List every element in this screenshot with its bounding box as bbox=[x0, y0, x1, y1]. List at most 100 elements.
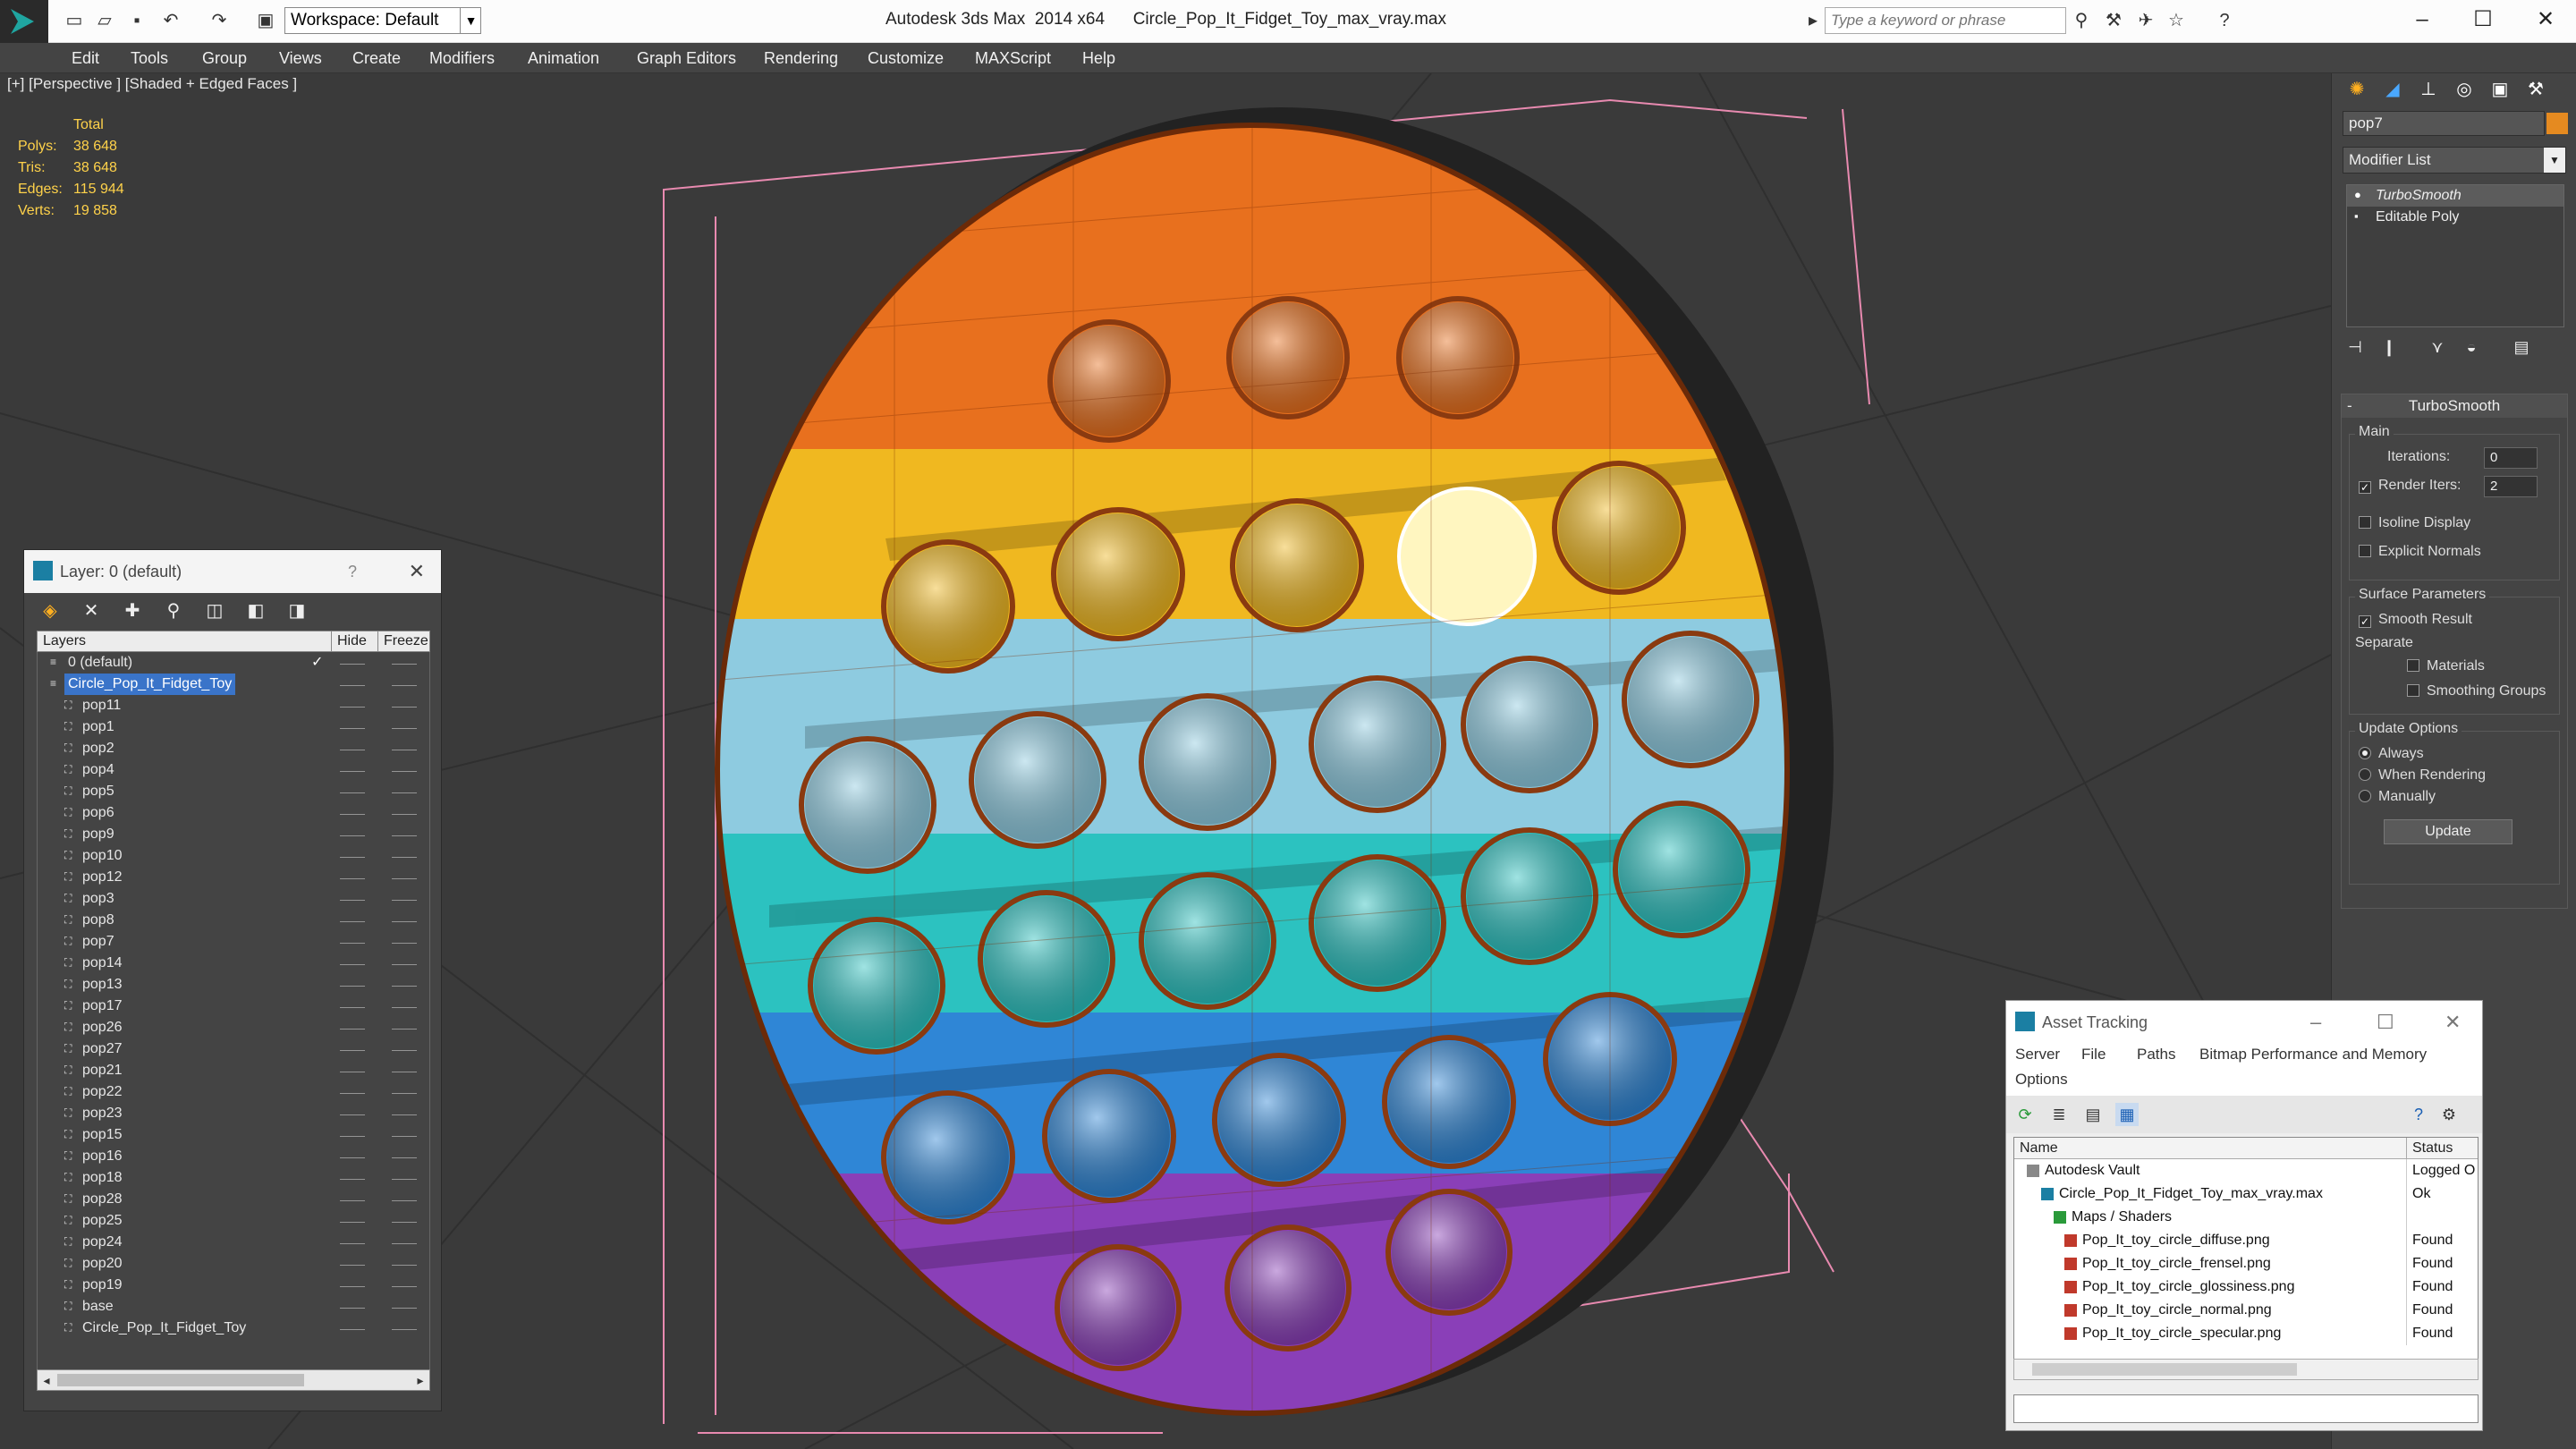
layer-row[interactable]: ⛶ pop25 —— —— bbox=[38, 1210, 429, 1232]
object-color-swatch[interactable] bbox=[2546, 113, 2568, 134]
refresh-icon[interactable]: ⟳ bbox=[2013, 1103, 2037, 1126]
hide-toggle[interactable]: —— bbox=[340, 824, 365, 845]
freeze-toggle[interactable]: —— bbox=[392, 1103, 417, 1124]
rollout-header[interactable]: - TurboSmooth bbox=[2342, 394, 2567, 418]
lightbulb-icon[interactable]: ● bbox=[2354, 189, 2367, 201]
hide-toggle[interactable]: —— bbox=[340, 910, 365, 931]
minimize-icon[interactable]: – bbox=[2404, 4, 2440, 36]
save-icon[interactable]: ▪ bbox=[125, 9, 148, 32]
asset-menu-file[interactable]: File bbox=[2081, 1046, 2106, 1063]
list-view-icon[interactable]: ≣ bbox=[2047, 1103, 2071, 1126]
freeze-toggle[interactable]: —— bbox=[392, 1253, 417, 1275]
hide-toggle[interactable]: —— bbox=[340, 1038, 365, 1060]
layer-row[interactable]: ⛶ pop28 —— —— bbox=[38, 1189, 429, 1210]
viewport-label[interactable]: [+] [Perspective ] [Shaded + Edged Faces… bbox=[7, 75, 297, 93]
layer-row[interactable]: ⛶ pop27 —— —— bbox=[38, 1038, 429, 1060]
freeze-toggle[interactable]: —— bbox=[392, 1232, 417, 1253]
column-layers[interactable]: Layers bbox=[43, 631, 86, 651]
scrollbar-thumb[interactable] bbox=[2032, 1363, 2297, 1376]
layer-row[interactable]: ⛶ pop19 —— —— bbox=[38, 1275, 429, 1296]
select-objects-icon[interactable]: ⚲ bbox=[160, 598, 187, 623]
search-input[interactable] bbox=[1825, 7, 2066, 34]
freeze-toggle[interactable]: —— bbox=[392, 910, 417, 931]
remove-modifier-icon[interactable]: ◒ bbox=[2459, 335, 2484, 360]
app-logo-icon[interactable] bbox=[0, 0, 48, 43]
layer-row[interactable]: ⛶ pop12 —— —— bbox=[38, 867, 429, 888]
freeze-toggle[interactable]: —— bbox=[392, 716, 417, 738]
menu-help[interactable]: Help bbox=[1082, 43, 1115, 73]
open-file-icon[interactable]: ▱ bbox=[93, 9, 116, 32]
smoothing-groups-checkbox[interactable]: Smoothing Groups bbox=[2407, 683, 2546, 699]
freeze-toggle[interactable]: —— bbox=[392, 802, 417, 824]
layer-row[interactable]: ⛶ pop23 —— —— bbox=[38, 1103, 429, 1124]
layer-row[interactable]: ⛶ pop20 —— —— bbox=[38, 1253, 429, 1275]
column-freeze[interactable]: Freeze bbox=[377, 631, 428, 651]
maximize-icon[interactable]: ☐ bbox=[2377, 1001, 2394, 1044]
hide-toggle[interactable]: —— bbox=[340, 738, 365, 759]
layer-row[interactable]: ⛶ pop5 —— —— bbox=[38, 781, 429, 802]
redo-icon[interactable]: ↷ bbox=[208, 9, 231, 32]
layer-row[interactable]: ⛶ pop4 —— —— bbox=[38, 759, 429, 781]
current-layer-check-icon[interactable]: ✓ bbox=[311, 652, 323, 674]
asset-table[interactable]: Name Status Autodesk Vault Logged O Circle… bbox=[2013, 1137, 2479, 1380]
hide-toggle[interactable]: —— bbox=[340, 931, 365, 953]
layer-row[interactable]: ⛶ pop22 —— —— bbox=[38, 1081, 429, 1103]
project-folder-icon[interactable]: ▣ bbox=[254, 9, 277, 32]
chevron-down-icon[interactable]: ▼ bbox=[2544, 148, 2565, 173]
create-layer-icon[interactable]: ◈ bbox=[37, 598, 64, 623]
menu-edit[interactable]: Edit bbox=[72, 43, 99, 73]
render-iters-spinner[interactable]: 2 bbox=[2484, 476, 2538, 497]
freeze-toggle[interactable]: —— bbox=[392, 695, 417, 716]
hide-toggle[interactable]: —— bbox=[340, 888, 365, 910]
hide-toggle[interactable]: —— bbox=[340, 1189, 365, 1210]
subscription-icon[interactable]: ⚒ bbox=[2102, 9, 2125, 32]
freeze-toggle[interactable]: —— bbox=[392, 1146, 417, 1167]
freeze-toggle[interactable]: —— bbox=[392, 931, 417, 953]
freeze-toggle[interactable]: —— bbox=[392, 1017, 417, 1038]
layer-row[interactable]: ⛶ pop21 —— —— bbox=[38, 1060, 429, 1081]
freeze-toggle[interactable]: —— bbox=[392, 996, 417, 1017]
update-manually-radio[interactable]: Manually bbox=[2359, 789, 2436, 805]
scroll-left-icon[interactable]: ◂ bbox=[38, 1370, 55, 1390]
layer-row[interactable]: ⛶ pop15 —— —— bbox=[38, 1124, 429, 1146]
menu-maxscript[interactable]: MAXScript bbox=[975, 43, 1051, 73]
display-tab-icon[interactable]: ▣ bbox=[2484, 77, 2516, 102]
asset-row[interactable]: Maps / Shaders bbox=[2014, 1206, 2478, 1229]
freeze-toggle[interactable]: —— bbox=[392, 888, 417, 910]
close-icon[interactable]: ✕ bbox=[2445, 1001, 2461, 1044]
hide-toggle[interactable]: —— bbox=[340, 1275, 365, 1296]
hide-toggle[interactable]: —— bbox=[340, 1232, 365, 1253]
settings-icon[interactable]: ⚙ bbox=[2437, 1103, 2461, 1126]
freeze-toggle[interactable]: —— bbox=[392, 652, 417, 674]
freeze-toggle[interactable]: —— bbox=[392, 674, 417, 695]
hide-toggle[interactable]: —— bbox=[340, 781, 365, 802]
show-end-result-icon[interactable]: ❙ bbox=[2377, 335, 2402, 360]
hide-toggle[interactable]: —— bbox=[340, 974, 365, 996]
column-hide[interactable]: Hide bbox=[331, 631, 367, 651]
help-icon[interactable]: ? bbox=[2213, 9, 2236, 32]
utilities-tab-icon[interactable]: ⚒ bbox=[2520, 77, 2552, 102]
freeze-toggle[interactable]: —— bbox=[392, 1167, 417, 1189]
freeze-toggle[interactable]: —— bbox=[392, 1275, 417, 1296]
menu-group[interactable]: Group bbox=[202, 43, 247, 73]
hide-all-layers-icon[interactable]: ◧ bbox=[242, 598, 269, 623]
layer-row[interactable]: ⛶ pop6 —— —— bbox=[38, 802, 429, 824]
modifier-stack[interactable]: ● TurboSmooth ▪ Editable Poly bbox=[2346, 184, 2564, 327]
freeze-toggle[interactable]: —— bbox=[392, 1189, 417, 1210]
binoculars-icon[interactable]: ⚲ bbox=[2070, 9, 2093, 32]
freeze-toggle[interactable]: —— bbox=[392, 1060, 417, 1081]
hide-toggle[interactable]: —— bbox=[340, 802, 365, 824]
modify-tab-icon[interactable]: ◢ bbox=[2377, 77, 2409, 102]
close-icon[interactable]: ✕ bbox=[2528, 4, 2563, 36]
asset-horizontal-scrollbar[interactable] bbox=[2013, 1359, 2479, 1380]
communication-center-icon[interactable]: ✈ bbox=[2134, 9, 2157, 32]
menu-animation[interactable]: Animation bbox=[528, 43, 599, 73]
render-iters-checkbox[interactable]: ✓ Render Iters: bbox=[2359, 478, 2461, 494]
favorites-star-icon[interactable]: ☆ bbox=[2165, 9, 2188, 32]
add-to-layer-icon[interactable]: ✚ bbox=[119, 598, 146, 623]
asset-row[interactable]: Pop_It_toy_circle_diffuse.png Found bbox=[2014, 1229, 2478, 1252]
update-button[interactable]: Update bbox=[2384, 819, 2512, 844]
freeze-toggle[interactable]: —— bbox=[392, 1318, 417, 1339]
column-status[interactable]: Status bbox=[2406, 1138, 2453, 1159]
menu-graph-editors[interactable]: Graph Editors bbox=[637, 43, 736, 73]
